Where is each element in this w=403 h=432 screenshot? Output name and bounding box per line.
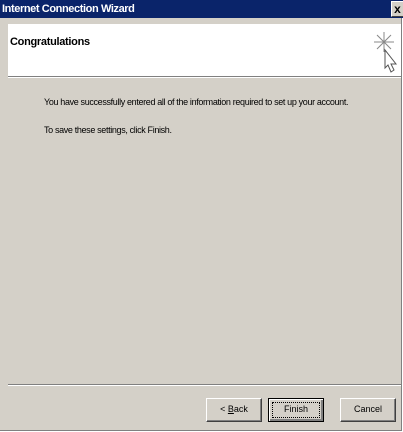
wizard-header: Congratulations <box>8 24 401 76</box>
window-title: Internet Connection Wizard <box>2 3 135 15</box>
wizard-window: Internet Connection Wizard x Congratulat… <box>0 0 403 431</box>
cancel-button[interactable]: Cancel <box>340 398 396 422</box>
success-message: You have successfully entered all of the… <box>44 97 349 107</box>
back-label-rest: ack <box>233 404 248 414</box>
back-button-label: < Back <box>220 404 248 414</box>
cancel-label: Cancel <box>353 404 382 414</box>
close-button[interactable]: x <box>391 1 403 17</box>
header-divider-highlight <box>8 77 401 78</box>
finish-label: Finish <box>283 404 308 414</box>
button-area-divider-highlight <box>8 385 401 386</box>
wizard-wand-icon <box>374 32 398 73</box>
page-title: Congratulations <box>10 36 90 48</box>
back-arrow: < <box>220 404 226 414</box>
instruction-message: To save these settings, click Finish. <box>44 125 172 135</box>
back-button[interactable]: < Back <box>206 398 262 422</box>
title-bar[interactable]: Internet Connection Wizard x <box>0 0 403 18</box>
finish-button[interactable]: Finish <box>268 398 324 422</box>
